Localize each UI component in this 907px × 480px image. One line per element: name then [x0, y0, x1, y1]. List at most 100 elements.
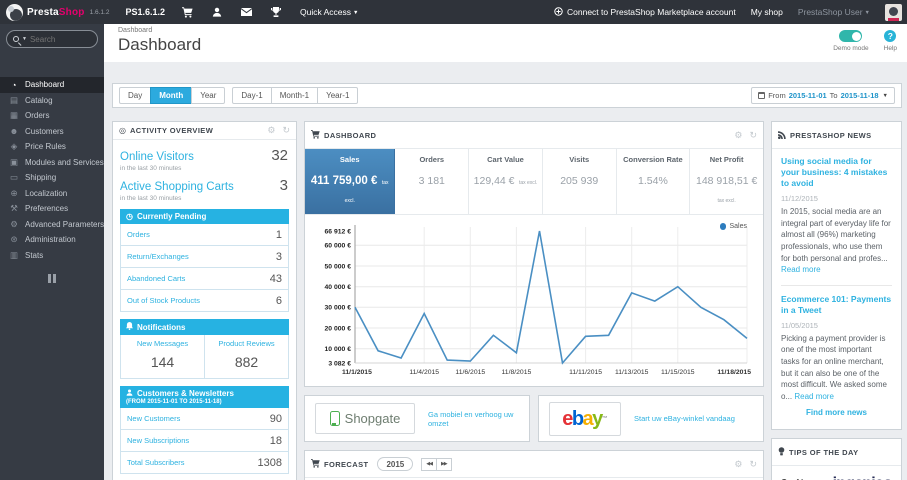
pending-returns-link[interactable]: Return/Exchanges	[127, 252, 189, 261]
sidebar-item-catalog[interactable]: ▤ Catalog	[0, 93, 104, 109]
demo-mode-control[interactable]: Demo mode	[833, 30, 869, 52]
shopgate-link[interactable]: Ga mobiel en verhoog uw omzet	[428, 410, 519, 428]
sidebar-item-preferences[interactable]: ⚒ Preferences	[0, 201, 104, 217]
sidebar-item-customers[interactable]: ☻ Customers	[0, 124, 104, 140]
advanced-parameters-icon: ⚙	[10, 218, 18, 229]
pending-orders-value: 1	[275, 228, 282, 241]
article-title-link[interactable]: Ecommerce 101: Payments in a Tweet	[781, 294, 892, 316]
new-messages-cell[interactable]: New Messages 144	[121, 335, 204, 378]
person-icon	[126, 389, 133, 398]
shipping-icon: ▭	[9, 172, 19, 183]
svg-text:3 082 €: 3 082 €	[328, 360, 351, 367]
shop-name-link[interactable]: PS1.6.1.2	[125, 7, 165, 17]
ebay-logo: e b a y ™	[549, 401, 621, 436]
modules-icon: ▣	[9, 156, 19, 167]
prestashop-logo[interactable]: PrestaShop 1.6.1.2	[0, 3, 115, 21]
cart-icon[interactable]	[182, 6, 193, 18]
range-year-button[interactable]: Year	[191, 87, 226, 104]
help-control[interactable]: ? Help	[884, 30, 897, 52]
gear-icon[interactable]: ⚙	[734, 459, 742, 469]
online-visitors-value: 32	[271, 147, 288, 164]
activity-icon: ◎	[119, 125, 126, 135]
clock-icon: ◷	[126, 212, 133, 221]
kpi-row: Sales 411 759,00 € tax excl. Orders 3 181 …	[305, 149, 763, 215]
sidebar: ▼ ◔Dashboard ▤Catalog ▦Orders ☻Customers…	[0, 24, 104, 480]
user-menu[interactable]: PrestaShop User ▼	[798, 7, 870, 17]
date-range-picker[interactable]: From 2015-11-01 To 2015-11-18 ▼	[751, 87, 895, 104]
new-subscriptions-link[interactable]: New Subscriptions	[127, 436, 189, 445]
kpi-conversion-rate[interactable]: Conversion Rate 1.54%	[617, 149, 691, 214]
quick-access-menu[interactable]: Quick Access ▼	[300, 7, 358, 17]
sidebar-item-advanced-parameters[interactable]: ⚙ Advanced Parameters	[0, 217, 104, 233]
active-carts-link[interactable]: Active Shopping Carts	[120, 181, 234, 193]
kpi-visits[interactable]: Visits 205 939	[543, 149, 617, 214]
messages-icon[interactable]	[241, 8, 252, 16]
total-subscribers-link[interactable]: Total Subscribers	[127, 458, 185, 467]
read-more-link[interactable]: Read more	[781, 265, 821, 274]
news-panel-title: PRESTASHOP NEWS	[790, 130, 872, 140]
dashboard-panel: DASHBOARD ⚙ ↻ Sales 411 759,00 € tax excl.…	[304, 121, 764, 387]
refresh-icon[interactable]: ↻	[749, 459, 757, 469]
sidebar-item-administration[interactable]: ⊛ Administration	[0, 232, 104, 248]
sidebar-collapse-button[interactable]	[0, 274, 104, 283]
sidebar-item-shipping[interactable]: ▭ Shipping	[0, 170, 104, 186]
demo-mode-toggle[interactable]	[839, 30, 863, 42]
help-icon[interactable]: ?	[884, 30, 897, 42]
range-year-1-button[interactable]: Year-1	[317, 87, 359, 104]
new-customers-link[interactable]: New Customers	[127, 414, 180, 423]
sidebar-search[interactable]: ▼	[6, 30, 98, 48]
activity-panel-title: ACTIVITY OVERVIEW	[129, 126, 214, 135]
search-type-caret-icon[interactable]: ▼	[22, 36, 27, 42]
refresh-icon[interactable]: ↻	[282, 126, 290, 135]
price-rules-icon: ◈	[10, 141, 18, 152]
refresh-icon[interactable]: ↻	[749, 130, 757, 140]
marketplace-link[interactable]: Connect to PrestaShop Marketplace accoun…	[554, 6, 736, 18]
gear-icon[interactable]: ⚙	[734, 130, 742, 140]
pending-row-returns: Return/Exchanges 3	[120, 246, 289, 268]
range-day-1-button[interactable]: Day-1	[232, 87, 272, 104]
ebay-link[interactable]: Start uw eBay-winkel vandaag	[634, 414, 735, 423]
sidebar-item-stats[interactable]: ▥ Stats	[0, 248, 104, 264]
forecast-year[interactable]: 2015	[377, 457, 414, 471]
range-button-group: Day Month Year	[119, 87, 226, 104]
range-month-button[interactable]: Month	[150, 87, 193, 104]
svg-text:11/6/2015: 11/6/2015	[455, 369, 485, 376]
forecast-panel: FORECAST 2015 ◀◀ ▶▶ ⚙↻ Traffic Conversio…	[304, 450, 764, 480]
search-input[interactable]	[29, 34, 82, 44]
pending-orders-link[interactable]: Orders	[127, 230, 150, 239]
sidebar-item-modules[interactable]: ▣ Modules and Services	[0, 155, 104, 171]
abandoned-carts-link[interactable]: Abandoned Carts	[127, 274, 185, 283]
stats-icon: ▥	[9, 249, 19, 260]
kpi-orders[interactable]: Orders 3 181	[395, 149, 470, 214]
customers-subtitle: (FROM 2015-11-01 TO 2015-11-18)	[126, 399, 222, 405]
product-reviews-cell[interactable]: Product Reviews 882	[204, 335, 288, 378]
svg-text:30 000 €: 30 000 €	[325, 305, 352, 312]
kpi-net-profit[interactable]: Net Profit 148 918,51 € tax excl.	[690, 149, 763, 214]
sidebar-item-dashboard[interactable]: ◔ Dashboard	[0, 77, 104, 93]
sidebar-item-localization[interactable]: ⊕ Localization	[0, 186, 104, 202]
find-more-news-link[interactable]: Find more news	[781, 408, 892, 417]
out-of-stock-link[interactable]: Out of Stock Products	[127, 296, 200, 305]
user-avatar[interactable]	[885, 3, 902, 21]
online-visitors-link[interactable]: Online Visitors	[120, 151, 194, 163]
range-day-button[interactable]: Day	[119, 87, 152, 104]
article-date: 11/12/2015	[781, 194, 818, 204]
my-shop-link[interactable]: My shop	[751, 7, 783, 17]
out-of-stock-value: 6	[275, 294, 282, 307]
page-title: Dashboard	[118, 35, 202, 54]
localization-icon: ⊕	[10, 187, 18, 198]
profile-icon[interactable]	[212, 7, 222, 17]
sidebar-item-price-rules[interactable]: ◈ Price Rules	[0, 139, 104, 155]
kpi-cart-value[interactable]: Cart Value 129,44 € tax excl.	[469, 149, 543, 214]
year-next-button[interactable]: ▶▶	[435, 457, 452, 471]
kpi-sales[interactable]: Sales 411 759,00 € tax excl.	[305, 149, 396, 214]
sidebar-item-orders[interactable]: ▦ Orders	[0, 108, 104, 124]
read-more-link[interactable]: Read more	[794, 392, 834, 401]
topbar: PrestaShop 1.6.1.2 PS1.6.1.2 Quick Acces…	[0, 0, 907, 24]
year-prev-button[interactable]: ◀◀	[421, 457, 437, 471]
article-title-link[interactable]: Using social media for your business: 4 …	[781, 156, 892, 189]
gear-icon[interactable]: ⚙	[267, 126, 275, 135]
breadcrumb[interactable]: Dashboard	[118, 27, 893, 34]
trophy-icon[interactable]	[271, 7, 281, 17]
range-month-1-button[interactable]: Month-1	[270, 87, 319, 104]
